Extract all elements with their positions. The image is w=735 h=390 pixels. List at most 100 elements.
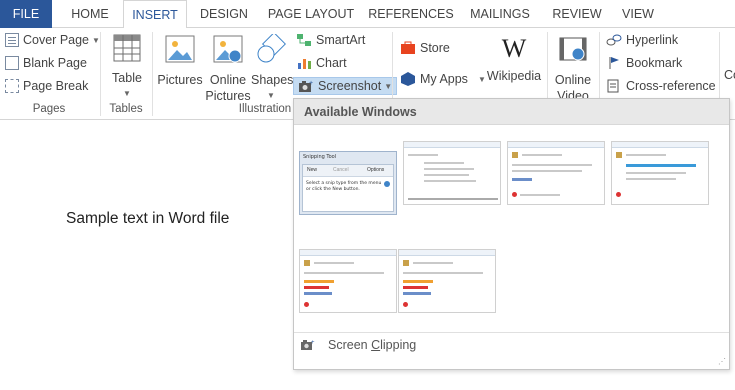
thumbnail-line [424, 174, 469, 176]
window-thumbnail[interactable] [611, 141, 709, 205]
hyperlink-button[interactable]: Hyperlink [606, 33, 678, 47]
panel-divider [294, 332, 729, 333]
my-apps-button[interactable]: My Apps ▼ [400, 71, 486, 87]
snipping-tool-title: Snipping Tool [303, 154, 337, 160]
thumbnail-highlight [403, 280, 433, 283]
smartart-button[interactable]: SmartArt [296, 33, 365, 47]
smartart-label: SmartArt [316, 33, 366, 47]
resize-grip-icon[interactable]: ⋰ [718, 357, 726, 366]
tab-review[interactable]: REVIEW [547, 0, 607, 28]
cross-reference-button[interactable]: Cross-reference [606, 79, 716, 93]
window-thumbnail[interactable] [398, 249, 496, 313]
cover-page-button[interactable]: Cover Page ▼ [5, 33, 100, 47]
online-pictures-icon [213, 35, 243, 63]
thumbnail-link [403, 292, 431, 295]
chevron-down-icon: ▼ [123, 89, 131, 98]
page-break-button[interactable]: Page Break [5, 79, 88, 93]
thumbnail-line [626, 178, 676, 180]
cross-reference-icon [607, 79, 619, 93]
window-thumbnail[interactable] [403, 141, 501, 205]
screenshot-button[interactable]: + Screenshot ▼ [293, 77, 398, 95]
group-divider [152, 32, 153, 116]
thumbnail-dot [304, 302, 309, 307]
window-thumbnail[interactable] [299, 249, 397, 313]
camera-icon: + [301, 340, 315, 350]
store-button[interactable]: Store [400, 41, 450, 55]
chevron-down-icon: ▼ [384, 81, 393, 91]
group-label-tables: Tables [109, 103, 143, 115]
online-video-button[interactable]: Online Video [550, 34, 596, 104]
svg-text:+: + [311, 340, 315, 346]
thumbnail-highlight [403, 286, 428, 289]
thumbnail-dot [616, 192, 621, 197]
thumbnail-line [424, 162, 464, 164]
thumbnail-dot [403, 302, 408, 307]
tab-view[interactable]: VIEW [614, 0, 662, 28]
screenshot-label: Screenshot [318, 79, 382, 93]
pictures-button[interactable]: Pictures [157, 34, 203, 88]
group-label-illustrations: Illustration [238, 103, 292, 115]
chart-label: Chart [316, 56, 347, 70]
screen-clipping-button[interactable]: + Screen Clipping [300, 338, 416, 352]
thumbnail-avatar [616, 152, 622, 158]
tab-design[interactable]: DESIGN [193, 0, 255, 28]
tab-home[interactable]: HOME [62, 0, 118, 28]
tab-insert[interactable]: INSERT [123, 0, 187, 29]
tab-references[interactable]: REFERENCES [368, 0, 454, 28]
bookmark-button[interactable]: Bookmark [606, 56, 682, 70]
chart-button[interactable]: Chart [296, 56, 347, 70]
thumbnail-avatar [403, 260, 409, 266]
shapes-label: Shapes [251, 73, 294, 87]
thumbnail-line [314, 262, 354, 264]
screenshot-dropdown: Available Windows Snipping Tool New Canc… [293, 98, 730, 370]
table-icon [113, 34, 141, 62]
store-label: Store [420, 41, 450, 55]
table-label: Table [112, 71, 142, 85]
ribbon-tab-bar: FILE HOME INSERT DESIGN PAGE LAYOUT REFE… [0, 0, 735, 29]
screen-clipping-text-1: Screen [328, 338, 372, 352]
cut-off-button[interactable]: Co [724, 68, 735, 82]
my-apps-icon [401, 72, 415, 86]
table-button[interactable]: Table ▼ [106, 34, 148, 102]
window-thumbnail[interactable] [507, 141, 605, 205]
thumbnail-avatar [512, 152, 518, 158]
shapes-button[interactable]: Shapes ▼ [251, 31, 294, 104]
help-icon [384, 181, 390, 187]
cover-page-label: Cover Page [23, 33, 90, 47]
thumbnail-highlight [626, 164, 696, 167]
online-pictures-label-2: Pictures [205, 89, 251, 103]
cut-off-label: Co [724, 68, 735, 82]
wikipedia-button[interactable]: W Wikipedia [484, 34, 544, 84]
tab-mailings[interactable]: MAILINGS [462, 0, 538, 28]
thumbnail-highlight [304, 286, 329, 289]
blank-page-icon [5, 56, 19, 70]
online-pictures-button[interactable]: Online Pictures [205, 34, 251, 104]
thumbnail-line [522, 154, 562, 156]
thumbnail-titlebar [612, 142, 708, 148]
tab-file[interactable]: FILE [0, 0, 52, 28]
tab-page-layout[interactable]: PAGE LAYOUT [263, 0, 359, 28]
page-break-label: Page Break [23, 79, 89, 93]
chevron-down-icon: ▼ [267, 91, 275, 100]
window-thumbnail-snipping-tool[interactable]: Snipping Tool New Cancel Options Select … [299, 151, 397, 215]
thumbnail-highlight [304, 280, 334, 283]
screen-clipping-label: Screen Clipping [328, 338, 416, 352]
thumbnail-line [626, 172, 686, 174]
blank-page-button[interactable]: Blank Page [5, 56, 87, 70]
chevron-down-icon: ▼ [92, 35, 100, 45]
online-video-label-1: Online [554, 73, 592, 87]
bookmark-label: Bookmark [626, 56, 683, 70]
blank-page-label: Blank Page [23, 56, 87, 70]
chart-icon [298, 59, 311, 69]
thumbnail-line [408, 198, 498, 200]
snipping-options-label: Options [367, 167, 385, 173]
online-video-icon [559, 37, 587, 61]
thumbnail-line [408, 154, 438, 156]
thumbnail-dot [512, 192, 517, 197]
thumbnail-line [424, 168, 474, 170]
thumbnail-line [424, 180, 476, 182]
thumbnail-line [403, 272, 483, 274]
group-label-pages: Pages [32, 103, 66, 115]
store-icon [401, 41, 415, 54]
my-apps-label: My Apps [420, 72, 468, 86]
